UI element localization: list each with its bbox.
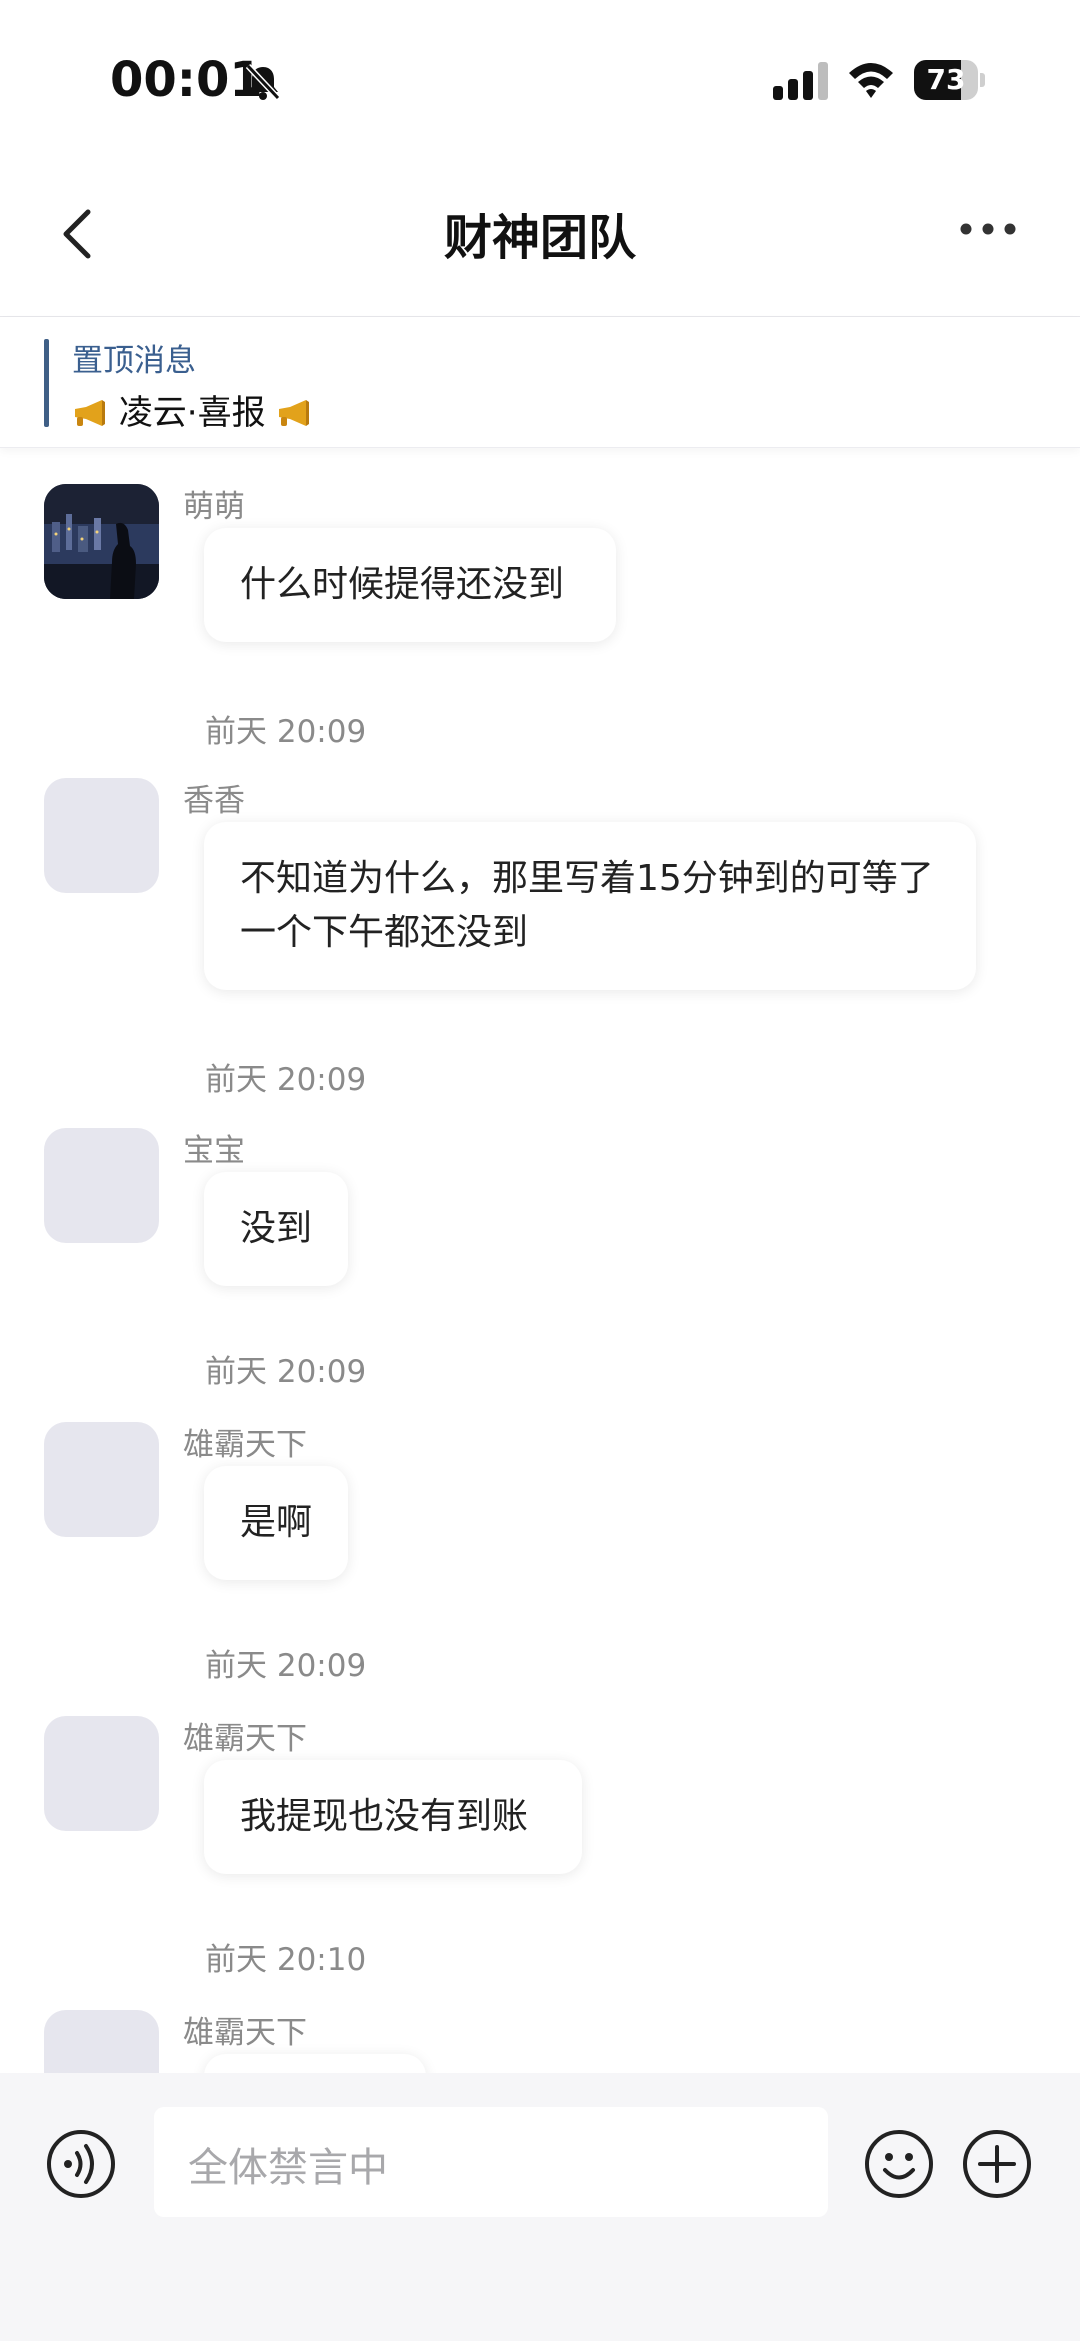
message-time: 前天 20:09 xyxy=(205,1354,367,1390)
battery-level: 73 xyxy=(926,63,966,96)
megaphone-icon xyxy=(279,400,310,426)
message-time: 前天 20:10 xyxy=(205,1942,367,1978)
photo-avatar-image xyxy=(44,484,159,599)
pinned-accent-bar xyxy=(44,339,49,427)
pinned-label: 置顶消息 xyxy=(72,343,196,379)
input-placeholder: 全体禁言中 xyxy=(188,2145,388,2191)
bell-muted-icon xyxy=(245,63,281,101)
emoji-icon[interactable] xyxy=(864,2129,934,2199)
input-bar: 全体禁言中 xyxy=(0,2073,1080,2341)
battery-indicator: 73 xyxy=(914,60,986,100)
message-time: 前天 20:09 xyxy=(205,1062,367,1098)
avatar[interactable] xyxy=(44,2010,159,2073)
status-bar: 00:01 73 xyxy=(0,0,1080,150)
voice-icon[interactable] xyxy=(46,2129,116,2199)
sender-name: 宝宝 xyxy=(183,1133,245,1169)
status-time: 00:01 xyxy=(110,52,263,108)
sender-name: 雄霸天下 xyxy=(183,1721,307,1757)
message-bubble[interactable]: 不知道为什么，那里写着15分钟到的可等了一个下午都还没到 xyxy=(204,822,976,990)
avatar[interactable] xyxy=(44,1716,159,1831)
avatar[interactable] xyxy=(44,1422,159,1537)
avatar[interactable] xyxy=(44,1128,159,1243)
message-list[interactable]: 萌萌 什么时候提得还没到 前天 20:09 香香 不知道为什么，那里写着15分钟… xyxy=(0,448,1080,2073)
chat-header: 财神团队 xyxy=(0,150,1080,317)
avatar[interactable] xyxy=(44,484,159,599)
plus-icon[interactable] xyxy=(962,2129,1032,2199)
message-time: 前天 20:09 xyxy=(205,1648,367,1684)
wifi-icon xyxy=(849,63,893,98)
pinned-text: 凌云·喜报 xyxy=(118,393,266,433)
pinned-content: 凌云·喜报 xyxy=(72,385,312,434)
cellular-signal-icon xyxy=(773,62,828,100)
message-input[interactable]: 全体禁言中 xyxy=(154,2107,828,2217)
message-bubble[interactable]: 什么时候提得还没到 xyxy=(204,528,616,642)
sender-name: 萌萌 xyxy=(183,489,245,525)
megaphone-icon xyxy=(75,400,105,426)
message-bubble[interactable]: 我提现也没有到账 xyxy=(204,1760,582,1874)
more-options-button[interactable] xyxy=(958,214,1018,244)
avatar[interactable] xyxy=(44,778,159,893)
sender-name: 雄霸天下 xyxy=(183,1427,307,1463)
message-bubble[interactable] xyxy=(204,2054,426,2073)
pinned-message[interactable]: 置顶消息 凌云·喜报 xyxy=(0,317,1080,448)
sender-name: 香香 xyxy=(183,783,245,819)
message-bubble[interactable]: 没到 xyxy=(204,1172,348,1286)
sender-name: 雄霸天下 xyxy=(183,2015,307,2051)
chat-title: 财神团队 xyxy=(443,210,636,266)
chat-screen: 00:01 73 财神团队 置顶消息 凌云·喜报 萌萌 什么时候提得还没到 前天… xyxy=(0,0,1080,2341)
message-time: 前天 20:09 xyxy=(205,714,367,750)
message-bubble[interactable]: 是啊 xyxy=(204,1466,348,1580)
